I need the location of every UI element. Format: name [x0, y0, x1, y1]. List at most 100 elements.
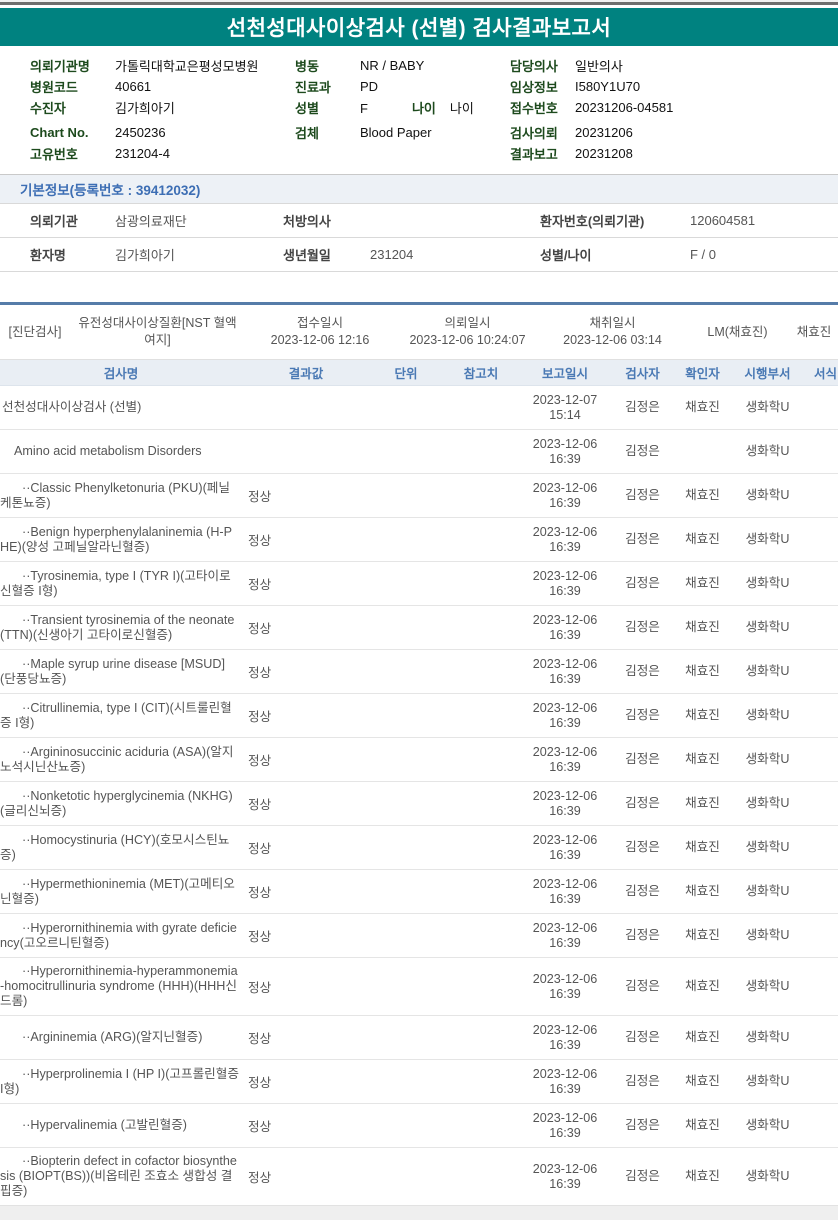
diagnosis-tag: [진단검사] — [8, 324, 62, 339]
result-table-body: 선천성대사이상검사 (선별) 2023-12-07 15:14 김정은 채효진 생화학U A… — [0, 386, 838, 1206]
report-time: 16:39 — [549, 759, 581, 774]
field-label: 접수번호 — [510, 101, 558, 116]
department-cell: 생화학U — [745, 1074, 790, 1088]
field-label: 처방의사 — [283, 214, 331, 229]
receipt-datetime: 접수일시 2023-12-06 12:16 — [245, 315, 395, 349]
table-row: 선천성대사이상검사 (선별) 2023-12-07 15:14 김정은 채효진 생화학U — [0, 386, 838, 430]
report-date: 2023-12-06 — [532, 832, 598, 847]
collector-name-2: 채효진 — [796, 324, 832, 339]
report-datetime-cell: 2023-12-06 16:39 — [520, 1023, 610, 1053]
field-label: 검체 — [295, 126, 319, 141]
report-datetime-cell: 2023-12-06 16:39 — [520, 745, 610, 775]
report-date: 2023-12-06 — [532, 436, 598, 451]
diagnosis-info-row: [진단검사] 유전성대사이상질환[NST 혈액여지] 접수일시 2023-12-… — [0, 305, 838, 360]
checker-cell: 채효진 — [685, 840, 720, 854]
table-row: ··Transient tyrosinemia of the neonate (… — [0, 606, 838, 650]
table-row: ··Tyrosinemia, type I (TYR I)(고타이로신혈증 I형… — [0, 562, 838, 606]
checker-cell: 채효진 — [685, 1074, 720, 1088]
test-name-cell: ··Nonketotic hyperglycinemia (NKHG)(글리신뇌… — [0, 788, 233, 818]
result-cell: 정상 — [248, 1120, 272, 1134]
checker-cell: 채효진 — [685, 1169, 720, 1183]
column-header: 시행부서 — [744, 367, 791, 381]
basic-info-section: 기본정보(등록번호 : 39412032) 의뢰기관 삼광의료재단 처방의사 환자번호… — [0, 174, 838, 272]
report-datetime-cell: 2023-12-06 16:39 — [520, 701, 610, 731]
field-label: 의뢰기관 — [30, 214, 78, 229]
result-cell: 정상 — [248, 981, 272, 995]
field-value: 나이 — [449, 101, 474, 116]
field-value: 2450236 — [115, 125, 166, 140]
tester-cell: 김정은 — [625, 1030, 660, 1044]
test-name-cell: ··Hyperprolinemia I (HP I)(고프롤린혈증 I형) — [0, 1066, 239, 1096]
checker-cell: 채효진 — [685, 532, 720, 546]
column-header: 검사자 — [625, 367, 660, 381]
test-name-cell: ··Biopterin defect in cofactor biosynthe… — [0, 1154, 237, 1198]
report-date: 2023-12-06 — [532, 568, 598, 583]
tester-cell: 김정은 — [625, 708, 660, 722]
patient-info-row: 병원코드 40661 진료과 PD 임상정보 I580Y1U70 — [30, 76, 838, 97]
footer-bar — [0, 1205, 838, 1220]
patient-info-row: Chart No. 2450236 검체 Blood Paper 검사의뢰 2023120… — [30, 122, 838, 143]
request-datetime-value: 2023-12-06 10:24:07 — [409, 333, 526, 347]
patient-info-row: 수진자 김가희아기 성별 F 나이 나이 접수번호 20231206-04581 — [30, 97, 838, 118]
tester-cell: 김정은 — [625, 400, 660, 414]
basic-info-title: 기본정보(등록번호 : 39412032) — [20, 183, 201, 198]
checker-cell: 채효진 — [685, 928, 720, 942]
column-header: 확인자 — [685, 367, 720, 381]
checker-cell: 채효진 — [685, 576, 720, 590]
checker-cell: 채효진 — [685, 796, 720, 810]
tester-cell: 김정은 — [625, 532, 660, 546]
field-label: 나이 — [411, 101, 436, 116]
patient-info-row: 고유번호 231204-4 결과보고 20231208 — [30, 143, 838, 164]
report-datetime-cell: 2023-12-06 16:39 — [520, 972, 610, 1002]
result-cell: 정상 — [248, 622, 272, 636]
field-label: 검사의뢰 — [510, 126, 558, 141]
report-datetime-cell: 2023-12-06 16:39 — [520, 481, 610, 511]
report-time: 16:39 — [549, 495, 581, 510]
field-label: 병원코드 — [30, 80, 78, 95]
test-name-cell: ··Argininosuccinic aciduria (ASA)(알지노석시닌… — [0, 744, 234, 774]
report-datetime-cell: 2023-12-06 16:39 — [520, 921, 610, 951]
field-label: 수진자 — [30, 101, 66, 116]
table-row: ··Homocystinuria (HCY)(호모시스틴뇨증) 정상 2023-12… — [0, 826, 838, 870]
test-name-cell: ··Hyperornithinemia with gyrate deficien… — [0, 920, 237, 950]
report-time: 16:39 — [549, 847, 581, 862]
field-label: 고유번호 — [30, 147, 78, 162]
table-row: ··Hyperprolinemia I (HP I)(고프롤린혈증 I형) 정상 2… — [0, 1060, 838, 1104]
report-date: 2023-12-07 — [532, 392, 598, 407]
checker-cell: 채효진 — [685, 1030, 720, 1044]
checker-cell: 채효진 — [685, 708, 720, 722]
report-date: 2023-12-06 — [532, 656, 598, 671]
checker-cell: 채효진 — [685, 979, 720, 993]
report-time: 16:39 — [549, 986, 581, 1001]
report-time: 16:39 — [549, 627, 581, 642]
field-label: 담당의사 — [510, 59, 558, 74]
table-row: ··Benign hyperphenylalaninemia (H-PHE)(양… — [0, 518, 838, 562]
report-datetime-cell: 2023-12-06 16:39 — [520, 1111, 610, 1141]
report-title-banner: 선천성대사이상검사 (선별) 검사결과보고서 — [0, 8, 838, 46]
report-date: 2023-12-06 — [532, 1161, 598, 1176]
department-cell: 생화학U — [745, 1118, 790, 1132]
tester-cell: 김정은 — [625, 796, 660, 810]
test-name-cell: ··Citrullinemia, type I (CIT)(시트룰린혈증 I형) — [0, 700, 232, 730]
basic-info-header: 기본정보(등록번호 : 39412032) — [0, 175, 838, 204]
field-value: 삼광의료재단 — [115, 214, 187, 229]
report-time: 16:39 — [549, 671, 581, 686]
test-name-cell: ··Benign hyperphenylalaninemia (H-PHE)(양… — [0, 524, 233, 554]
patient-info-row: 의뢰기관명 가톨릭대학교은평성모병원 병동 NR / BABY 담당의사 일반의사 — [30, 55, 838, 76]
field-label: 의뢰기관명 — [30, 59, 90, 74]
tester-cell: 김정은 — [625, 840, 660, 854]
table-row: ··Citrullinemia, type I (CIT)(시트룰린혈증 I형)… — [0, 694, 838, 738]
test-name-cell: ··Hypermethioninemia (MET)(고메티오닌혈증) — [0, 876, 235, 906]
tester-cell: 김정은 — [625, 928, 660, 942]
result-table-header: 검사명 결과값 단위 참고치 보고일시 검사자 확인자 시행부서 서식 — [0, 360, 838, 386]
report-time: 16:39 — [549, 935, 581, 950]
department-cell: 생화학U — [745, 620, 790, 634]
department-cell: 생화학U — [745, 1030, 790, 1044]
field-label: 임상정보 — [510, 80, 558, 95]
result-cell: 정상 — [248, 842, 272, 856]
column-header: 참고치 — [463, 367, 499, 381]
report-date: 2023-12-06 — [532, 971, 598, 986]
test-name-cell: ··Transient tyrosinemia of the neonate (… — [0, 612, 235, 642]
field-value: 231204 — [370, 247, 414, 262]
report-datetime-cell: 2023-12-06 16:39 — [520, 877, 610, 907]
